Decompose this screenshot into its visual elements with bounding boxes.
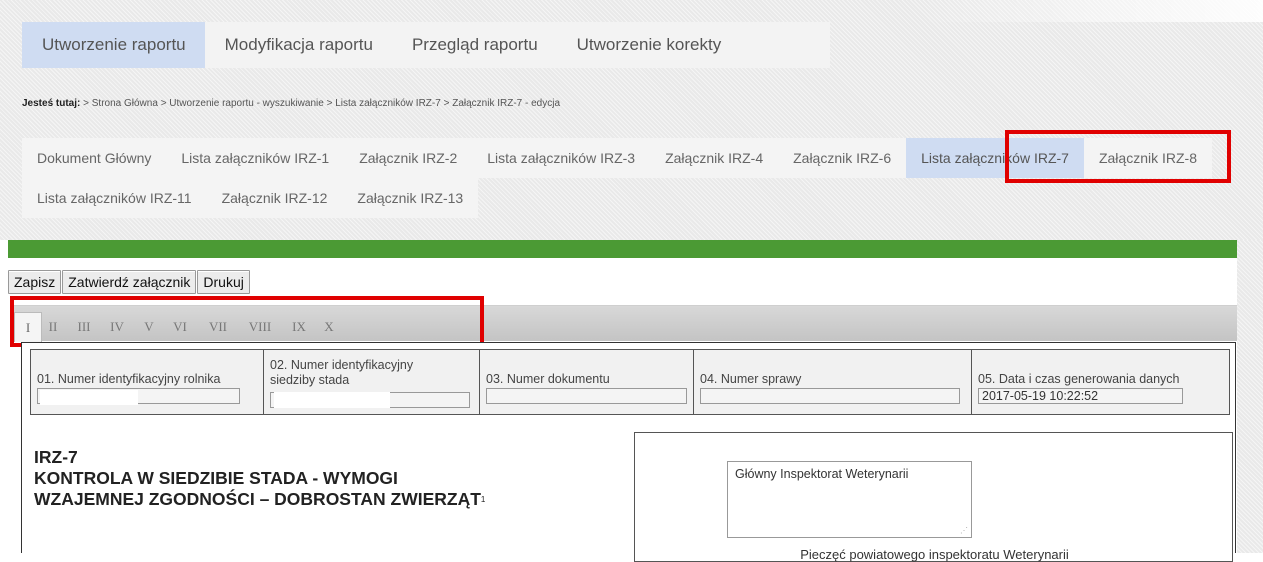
tab-utworzenie-raportu[interactable]: Utworzenie raportu bbox=[22, 22, 205, 68]
subtab-zalacznik-irz-4[interactable]: Załącznik IRZ-4 bbox=[650, 138, 779, 178]
document-title: IRZ-7 KONTROLA W SIEDZIBIE STADA - WYMOG… bbox=[34, 447, 485, 510]
document-title-line1: KONTROLA W SIEDZIBIE STADA - WYMOGI bbox=[34, 468, 398, 488]
page-background-right bbox=[1237, 240, 1263, 553]
field-herd-id-label: 02. Numer identyfikacyjny siedziby stada bbox=[270, 358, 414, 387]
breadcrumb: Jesteś tutaj: > Strona Główna > Utworzen… bbox=[22, 98, 560, 109]
form-toolbar: Zapisz Zatwierdź załącznik Drukuj bbox=[8, 270, 250, 294]
field-case-number-label: 04. Numer sprawy bbox=[700, 372, 802, 386]
generation-date-input[interactable]: 2017-05-19 10:22:52 bbox=[978, 388, 1183, 404]
document-code: IRZ-7 bbox=[34, 447, 78, 467]
redaction-mask bbox=[40, 390, 138, 405]
document-number-input[interactable] bbox=[486, 388, 687, 404]
breadcrumb-attachment-list[interactable]: > Lista załączników IRZ-7 bbox=[327, 98, 441, 109]
breadcrumb-report-search[interactable]: > Utworzenie raportu - wyszukiwanie bbox=[161, 98, 324, 109]
background-glow bbox=[920, 0, 1263, 22]
document-title-line2-text: WZAJEMNEJ ZGODNOŚCI – DOBROSTAN ZWIERZĄT bbox=[34, 489, 481, 509]
subtab-zalacznik-irz-6[interactable]: Załącznik IRZ-6 bbox=[778, 138, 907, 178]
field-farmer-id-label: 01. Numer identyfikacyjny rolnika bbox=[37, 372, 221, 386]
subtab-zalacznik-irz-2[interactable]: Załącznik IRZ-2 bbox=[344, 138, 473, 178]
subtab-zalacznik-irz-13[interactable]: Załącznik IRZ-13 bbox=[342, 178, 479, 218]
inspectorate-textarea[interactable]: Główny Inspektorat Weterynarii ⋰ bbox=[727, 461, 972, 538]
field-farmer-id: 01. Numer identyfikacyjny rolnika bbox=[31, 350, 264, 414]
save-button[interactable]: Zapisz bbox=[8, 270, 62, 294]
tab-modyfikacja-raportu[interactable]: Modyfikacja raportu bbox=[204, 22, 392, 68]
print-button[interactable]: Drukuj bbox=[197, 270, 250, 294]
section-tabs-highlight bbox=[10, 296, 484, 347]
subtab-lista-irz-3[interactable]: Lista załączników IRZ-3 bbox=[472, 138, 651, 178]
approve-attachment-button[interactable]: Zatwierdź załącznik bbox=[62, 270, 197, 294]
field-case-number: 04. Numer sprawy bbox=[694, 350, 972, 414]
field-generation-date-label: 05. Data i czas generowania danych bbox=[978, 372, 1180, 386]
field-generation-date: 05. Data i czas generowania danych 2017-… bbox=[972, 350, 1229, 414]
stamp-caption: Pieczęć powiatowego inspektoratu Weteryn… bbox=[800, 547, 1069, 562]
case-number-input[interactable] bbox=[700, 388, 960, 404]
main-tabs: Utworzenie raportu Modyfikacja raportu P… bbox=[22, 22, 830, 68]
stamp-box: Główny Inspektorat Weterynarii ⋰ Pieczęć… bbox=[634, 432, 1233, 562]
header-fields: 01. Numer identyfikacyjny rolnika 02. Nu… bbox=[30, 349, 1230, 415]
tab-utworzenie-korekty[interactable]: Utworzenie korekty bbox=[556, 22, 741, 68]
form-area: 01. Numer identyfikacyjny rolnika 02. Nu… bbox=[21, 342, 1236, 562]
tab-przeglad-raportu[interactable]: Przegląd raportu bbox=[391, 22, 557, 68]
breadcrumb-home[interactable]: > Strona Główna bbox=[83, 98, 158, 109]
field-herd-id: 02. Numer identyfikacyjny siedziby stada bbox=[264, 350, 480, 414]
document-title-line2: WZAJEMNEJ ZGODNOŚCI – DOBROSTAN ZWIERZĄT… bbox=[34, 489, 485, 510]
resize-grip-icon[interactable]: ⋰ bbox=[960, 526, 968, 535]
footnote-marker: 1 bbox=[480, 495, 486, 504]
breadcrumb-current: > Załącznik IRZ-7 - edycja bbox=[443, 98, 561, 109]
redaction-mask bbox=[274, 392, 390, 408]
subtab-dokument-glowny[interactable]: Dokument Główny bbox=[22, 138, 167, 178]
inspectorate-text: Główny Inspektorat Weterynarii bbox=[735, 467, 909, 481]
status-bar bbox=[8, 240, 1237, 258]
active-subtab-highlight bbox=[1005, 130, 1231, 183]
breadcrumb-label: Jesteś tutaj: bbox=[22, 98, 81, 109]
subtab-zalacznik-irz-12[interactable]: Załącznik IRZ-12 bbox=[206, 178, 343, 218]
field-document-number: 03. Numer dokumentu bbox=[480, 350, 694, 414]
subtab-lista-irz-1[interactable]: Lista załączników IRZ-1 bbox=[166, 138, 345, 178]
field-document-number-label: 03. Numer dokumentu bbox=[486, 372, 610, 386]
subtab-lista-irz-11[interactable]: Lista załączników IRZ-11 bbox=[22, 178, 207, 218]
